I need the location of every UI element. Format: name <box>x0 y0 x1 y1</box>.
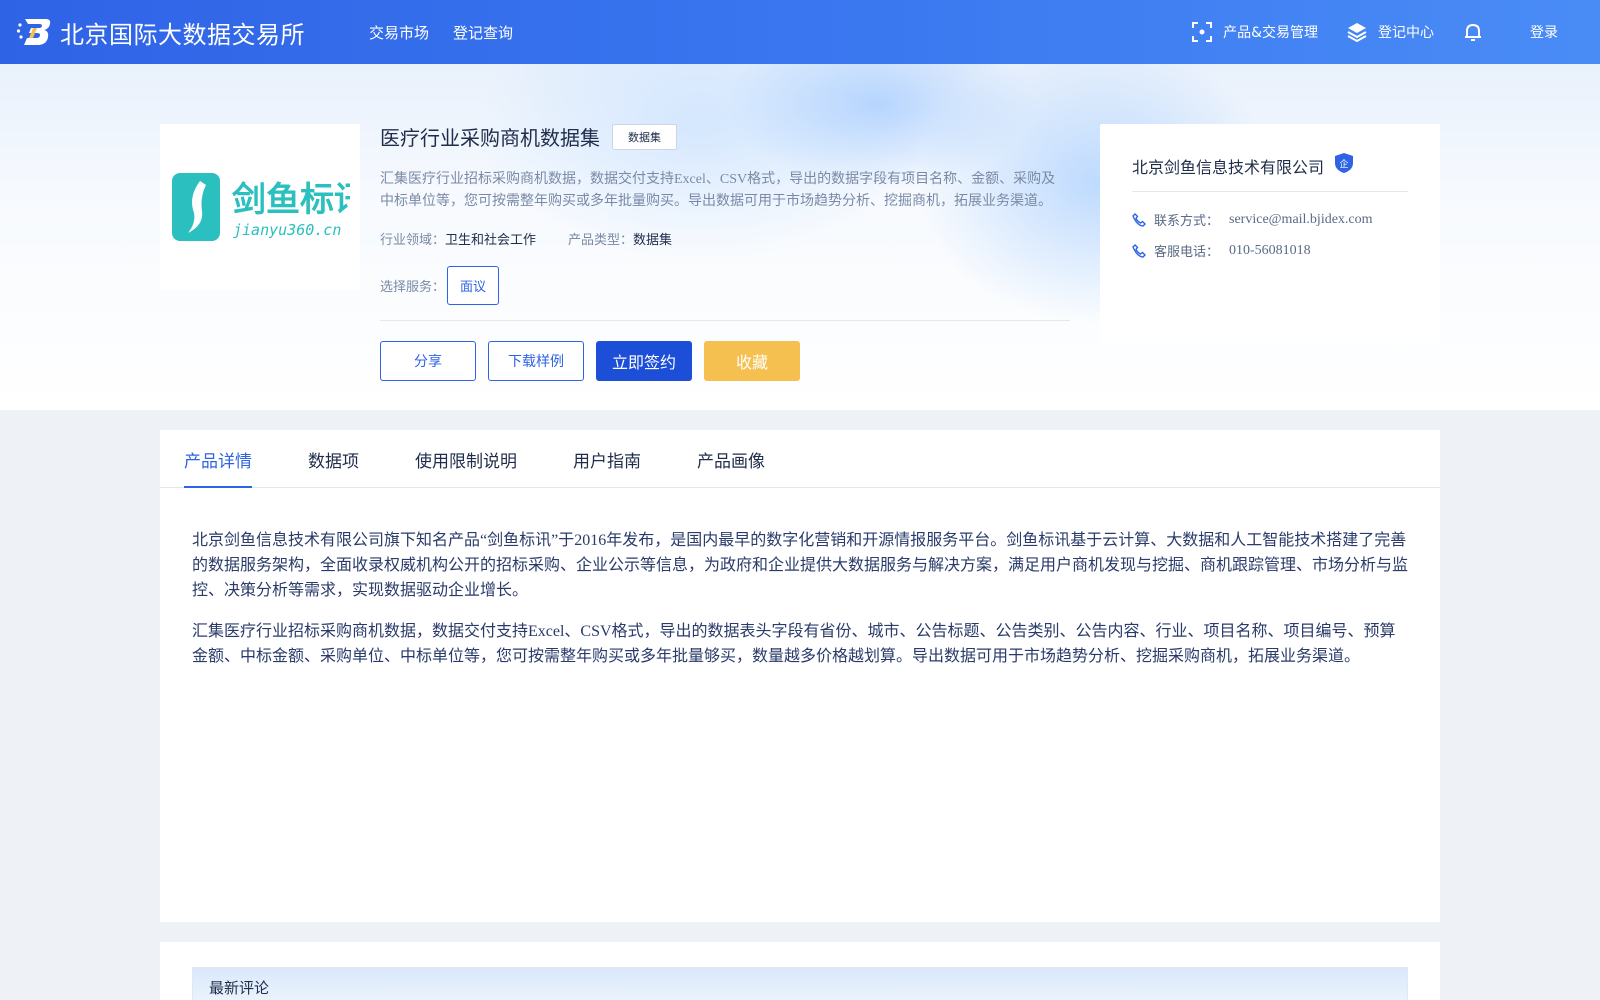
tab-user-guide[interactable]: 用户指南 <box>573 430 641 488</box>
register-center-label: 登记中心 <box>1378 25 1434 41</box>
contact-email[interactable]: service@mail.bjidex.com <box>1229 212 1373 228</box>
comments-header: 最新评论 <box>192 967 1408 1000</box>
product-title: 医疗行业采购商机数据集 <box>380 126 600 150</box>
logo-domain-text: jianyu360.cn <box>233 221 341 239</box>
nav-item-registry-query[interactable]: 登记查询 <box>453 22 513 43</box>
product-type-tag: 数据集 <box>612 123 677 150</box>
download-sample-button[interactable]: 下载样例 <box>488 341 584 381</box>
contact-label: 联系方式： <box>1154 214 1220 229</box>
favorite-button[interactable]: 收藏 <box>704 341 800 381</box>
layers-icon <box>1346 21 1368 43</box>
product-info: 医疗行业采购商机数据集 数据集 汇集医疗行业招标采购商机数据，数据交付支持Exc… <box>380 122 1070 381</box>
product-trade-management-link[interactable]: 产品&交易管理 <box>1191 21 1318 43</box>
phone-number: 010-56081018 <box>1229 242 1311 258</box>
brand[interactable]: 北京国际大数据交易所 <box>16 15 305 50</box>
tab-product-profile[interactable]: 产品画像 <box>697 430 765 488</box>
tab-usage-restrictions[interactable]: 使用限制说明 <box>415 430 517 488</box>
product-logo-card: 剑鱼标讯 jianyu360.cn <box>160 124 360 290</box>
tab-data-items[interactable]: 数据项 <box>308 430 359 488</box>
nav-item-market[interactable]: 交易市场 <box>369 22 429 43</box>
bell-icon <box>1462 21 1484 43</box>
comments-card: 最新评论 <box>160 942 1440 1000</box>
site-title: 北京国际大数据交易所 <box>60 20 305 49</box>
product-title-row: 医疗行业采购商机数据集 数据集 <box>380 122 1070 151</box>
product-trade-management-label: 产品&交易管理 <box>1223 25 1318 41</box>
product-type-field: 产品类型：数据集 <box>568 229 672 248</box>
service-option-negotiable[interactable]: 面议 <box>447 266 500 305</box>
detail-tabs: 产品详情 数据项 使用限制说明 用户指南 产品画像 <box>160 430 1440 488</box>
product-type-value: 数据集 <box>633 233 673 248</box>
details-paragraph: 北京剑鱼信息技术有限公司旗下知名产品“剑鱼标讯”于2016年发布，是国内最早的数… <box>192 532 1409 599</box>
product-actions: 分享 下载样例 立即签约 收藏 <box>380 341 1070 381</box>
product-type-label: 产品类型： <box>568 233 634 248</box>
header-actions: 产品&交易管理 登记中心 登录 <box>1163 21 1558 43</box>
phone-icon <box>1132 212 1146 227</box>
phone-label: 客服电话： <box>1154 245 1220 260</box>
divider <box>380 320 1070 321</box>
industry-field: 行业领域：卫生和社会工作 <box>380 229 536 248</box>
login-link[interactable]: 登录 <box>1530 22 1558 42</box>
provider-phone: 客服电话： 010-56081018 <box>1132 241 1408 260</box>
tab-product-details[interactable]: 产品详情 <box>184 430 252 488</box>
enterprise-badge-icon: 企 <box>1334 152 1354 179</box>
provider-name[interactable]: 北京剑鱼信息技术有限公司 <box>1132 154 1324 178</box>
comments-title: 最新评论 <box>209 978 270 997</box>
share-button[interactable]: 分享 <box>380 341 476 381</box>
product-meta: 行业领域：卫生和社会工作 产品类型：数据集 <box>380 229 1070 248</box>
product-details-card: 产品详情 数据项 使用限制说明 用户指南 产品画像 北京剑鱼信息技术有限公司旗下… <box>160 430 1440 922</box>
product-hero: 剑鱼标讯 jianyu360.cn 医疗行业采购商机数据集 数据集 汇集医疗行业… <box>0 64 1600 410</box>
jianyu-logo-icon: 剑鱼标讯 jianyu360.cn <box>172 173 350 241</box>
provider-name-row: 北京剑鱼信息技术有限公司 企 <box>1132 152 1408 192</box>
logo-brand-text: 剑鱼标讯 <box>232 180 350 220</box>
notification-button[interactable] <box>1462 21 1494 43</box>
phone-icon <box>1132 243 1146 258</box>
sign-now-button[interactable]: 立即签约 <box>596 341 692 381</box>
enterprise-badge-text: 企 <box>1340 158 1349 170</box>
details-paragraph: 汇集医疗行业招标采购商机数据，数据交付支持Excel、CSV格式，导出的数据表头… <box>192 623 1396 665</box>
service-selector: 选择服务： 面议 <box>380 266 1070 305</box>
product-description: 汇集医疗行业招标采购商机数据，数据交付支持Excel、CSV格式，导出的数据字段… <box>380 172 1056 209</box>
register-center-link[interactable]: 登记中心 <box>1346 21 1434 43</box>
top-navigation-bar: 北京国际大数据交易所 交易市场 登记查询 产品&交易管理 登记中心 登录 <box>0 0 1600 64</box>
provider-card: 北京剑鱼信息技术有限公司 企 联系方式： service@mail.bjidex… <box>1100 124 1440 344</box>
main-nav: 交易市场 登记查询 <box>369 22 537 43</box>
scan-icon <box>1191 21 1213 43</box>
industry-label: 行业领域： <box>380 233 446 248</box>
industry-value: 卫生和社会工作 <box>445 233 537 248</box>
details-content: 北京剑鱼信息技术有限公司旗下知名产品“剑鱼标讯”于2016年发布，是国内最早的数… <box>160 488 1440 669</box>
provider-contact: 联系方式： service@mail.bjidex.com <box>1132 210 1408 229</box>
bjidex-logo-icon <box>16 16 52 48</box>
service-label: 选择服务： <box>380 280 446 295</box>
